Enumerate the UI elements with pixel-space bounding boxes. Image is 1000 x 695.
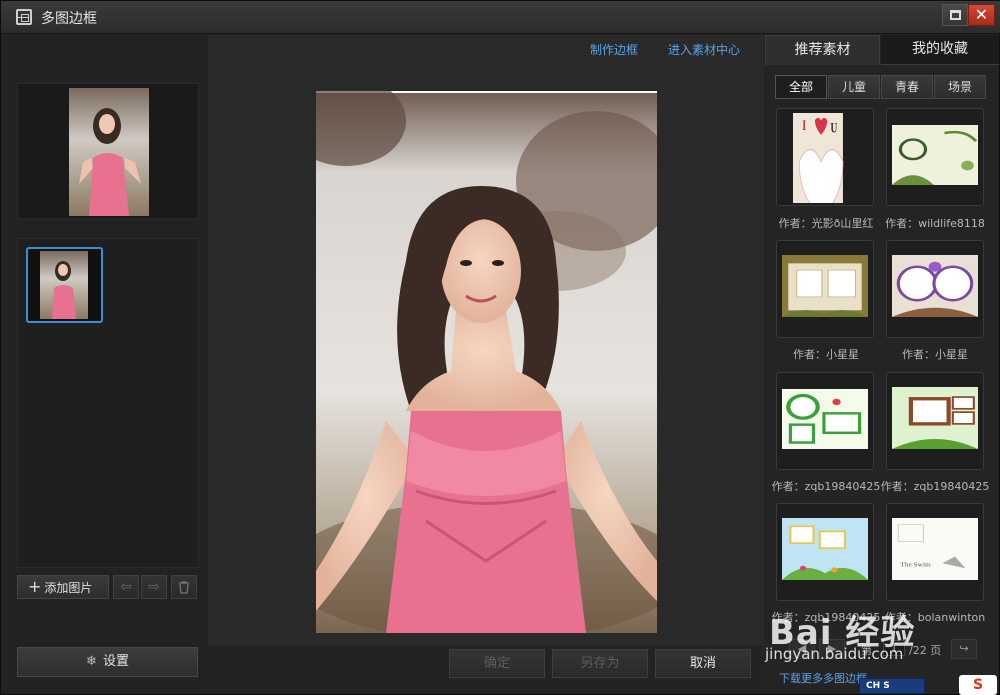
app-window: 多图边框 ✕ + 添加图片 ⇦ ⇨ ❄ 设置 制作边框 进入素材中心 确定 另存… [0, 0, 1000, 695]
material-card[interactable]: I U [776, 108, 874, 206]
gear-icon: ❄ [86, 654, 97, 669]
material-card[interactable]: The Swim [886, 503, 984, 601]
confirm-button[interactable]: 确定 [449, 649, 545, 678]
move-right-button[interactable]: ⇨ [141, 575, 167, 599]
page-prefix: 第 [861, 644, 872, 657]
material-author: 作者：bolanwinton [884, 611, 986, 624]
ime-label: CH S [866, 681, 890, 691]
material-card[interactable] [886, 240, 984, 338]
material-author: 作者：zqb19840425 [771, 480, 881, 493]
action-bar: 确定 另存为 取消 [208, 645, 764, 690]
add-image-label: 添加图片 [44, 581, 93, 595]
tab-recommended[interactable]: 推荐素材 [765, 35, 880, 65]
material-thumbnail [782, 518, 868, 580]
material-card[interactable] [776, 240, 874, 338]
category-youth[interactable]: 青春 [881, 75, 933, 99]
title-bar: 多图边框 ✕ [1, 1, 1000, 34]
page-number-input[interactable]: 1 [883, 640, 905, 656]
tab-favorites[interactable]: 我的收藏 [881, 35, 999, 65]
material-thumbnail [892, 255, 978, 317]
maximize-button[interactable] [942, 4, 968, 26]
category-scene[interactable]: 场景 [934, 75, 986, 99]
material-thumbnail [782, 389, 868, 449]
material-tabs: 推荐素材 我的收藏 [765, 35, 999, 65]
cancel-button[interactable]: 取消 [655, 649, 751, 678]
close-button[interactable]: ✕ [968, 4, 995, 26]
prev-page-button[interactable]: ◀ [789, 639, 815, 659]
material-card[interactable] [776, 372, 874, 470]
material-thumbnail [782, 255, 868, 317]
main-photo [316, 91, 657, 633]
move-left-button[interactable]: ⇦ [113, 575, 139, 599]
save-as-button[interactable]: 另存为 [552, 649, 648, 678]
svg-text:I: I [802, 117, 806, 134]
center-canvas: 制作边框 进入素材中心 确定 另存为 取消 [208, 35, 764, 690]
make-frame-link[interactable]: 制作边框 [590, 41, 638, 58]
preview-box [17, 83, 199, 219]
left-panel: + 添加图片 ⇦ ⇨ ❄ 设置 [7, 35, 207, 690]
thumbnail-photo [40, 251, 88, 319]
settings-button[interactable]: ❄ 设置 [17, 647, 198, 677]
material-panel: 推荐素材 我的收藏 全部 儿童 青春 场景 I U 作者：光影ð山里红 作者：w… [765, 35, 999, 690]
next-page-button[interactable]: ▶ [819, 639, 845, 659]
preview-photo [69, 88, 149, 216]
more-frames-link[interactable]: 下载更多多图边框 [779, 670, 867, 686]
pagination: ◀ ▶ 第 1 /22 页 ↪ [765, 639, 999, 661]
category-all[interactable]: 全部 [775, 75, 827, 99]
sogou-icon[interactable]: S [959, 675, 997, 695]
category-filter: 全部 儿童 青春 场景 [775, 75, 987, 99]
delete-button[interactable] [171, 575, 197, 599]
material-card[interactable] [886, 372, 984, 470]
svg-text:U: U [830, 119, 837, 136]
material-card[interactable] [776, 503, 874, 601]
page-total: /22 页 [909, 644, 942, 657]
material-center-link[interactable]: 进入素材中心 [668, 41, 740, 58]
material-author: 作者：小星星 [902, 348, 968, 361]
go-page-button[interactable]: ↪ [951, 639, 977, 659]
add-image-button[interactable]: + 添加图片 [17, 575, 109, 599]
material-author: 作者：wildlife8118 [885, 217, 985, 230]
svg-text:The Swim: The Swim [900, 562, 931, 568]
plus-icon: + [28, 577, 42, 596]
image-thumbnail-list [17, 238, 199, 568]
ime-indicator[interactable]: CH S [859, 678, 925, 694]
trash-icon [179, 581, 189, 594]
material-thumbnail [892, 387, 978, 449]
material-author: 作者：zqb19840425 [771, 611, 881, 624]
material-thumbnail: I U [793, 113, 844, 203]
material-author: 作者：小星星 [793, 348, 859, 361]
material-author: 作者：zqb19840425 [880, 480, 990, 493]
material-thumbnail: The Swim [892, 518, 978, 580]
material-thumbnail [892, 125, 978, 185]
category-children[interactable]: 儿童 [828, 75, 880, 99]
window-title: 多图边框 [41, 11, 97, 27]
image-thumbnail-selected[interactable] [26, 247, 103, 323]
settings-label: 设置 [102, 654, 129, 669]
maximize-icon [950, 10, 961, 20]
frame-app-icon [16, 9, 32, 25]
material-card[interactable] [886, 108, 984, 206]
material-author: 作者：光影ð山里红 [778, 217, 874, 230]
